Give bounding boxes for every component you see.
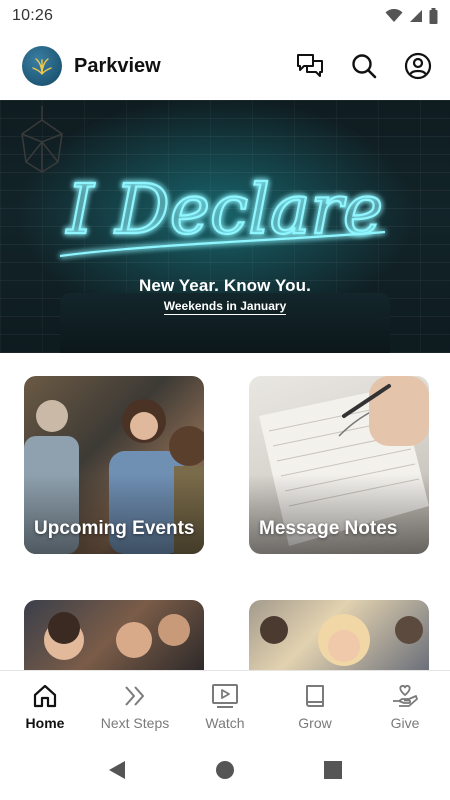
church-logo bbox=[22, 46, 62, 86]
bottom-navigation: Home Next Steps Watch Grow Give bbox=[0, 670, 450, 740]
chat-icon bbox=[297, 54, 323, 77]
logo-mark-icon bbox=[32, 58, 52, 75]
card-group-photo[interactable] bbox=[249, 600, 429, 670]
account-icon bbox=[404, 52, 432, 80]
recents-icon[interactable] bbox=[323, 760, 343, 780]
status-icons bbox=[385, 8, 438, 24]
search-button[interactable] bbox=[348, 50, 380, 82]
hero-subtitle: New Year. Know You. bbox=[139, 276, 311, 295]
home-icon bbox=[33, 684, 57, 708]
wifi-icon bbox=[385, 9, 403, 22]
card-label: Message Notes bbox=[259, 518, 398, 539]
neon-headline: I Declare bbox=[59, 170, 386, 258]
hero-caption: Weekends in January bbox=[0, 299, 450, 315]
battery-icon bbox=[429, 8, 438, 24]
header-actions bbox=[294, 50, 434, 82]
group-photo-illustration bbox=[260, 614, 423, 666]
chat-button[interactable] bbox=[294, 50, 326, 82]
nav-item-home[interactable]: Home bbox=[0, 671, 90, 740]
card-upcoming-events[interactable]: Upcoming Events bbox=[24, 376, 204, 554]
app-header: Parkview bbox=[0, 32, 450, 100]
account-button[interactable] bbox=[402, 50, 434, 82]
app-title: Parkview bbox=[74, 54, 161, 77]
status-bar: 10:26 bbox=[0, 0, 450, 32]
double-chevron-icon bbox=[125, 686, 144, 706]
nav-label: Home bbox=[25, 715, 65, 731]
heart-hand-icon bbox=[393, 684, 418, 707]
nav-item-watch[interactable]: Watch bbox=[180, 671, 270, 740]
video-icon bbox=[212, 684, 238, 708]
nav-label: Watch bbox=[205, 715, 245, 731]
hero-headline: I Declare bbox=[65, 171, 383, 250]
signal-icon bbox=[410, 10, 422, 22]
nav-label: Next Steps bbox=[100, 715, 170, 731]
nav-item-grow[interactable]: Grow bbox=[270, 671, 360, 740]
card-kids-photo[interactable] bbox=[24, 600, 204, 670]
nav-item-give[interactable]: Give bbox=[360, 671, 450, 740]
book-icon bbox=[306, 685, 324, 707]
card-message-notes[interactable]: Message Notes bbox=[249, 376, 429, 554]
search-icon bbox=[352, 54, 377, 79]
hero-banner[interactable]: I Declare New Year. Know You. Weekends i… bbox=[0, 100, 450, 353]
card-label: Upcoming Events bbox=[34, 518, 195, 539]
nav-label: Give bbox=[390, 715, 420, 731]
status-time: 10:26 bbox=[12, 7, 54, 24]
back-icon[interactable] bbox=[107, 760, 127, 780]
system-navigation bbox=[0, 740, 450, 800]
home-circle-icon[interactable] bbox=[215, 760, 235, 780]
kids-photo-illustration bbox=[44, 612, 190, 660]
hero-caption-text: Weekends in January bbox=[163, 299, 287, 315]
nav-item-next-steps[interactable]: Next Steps bbox=[90, 671, 180, 740]
nav-label: Grow bbox=[298, 715, 332, 731]
